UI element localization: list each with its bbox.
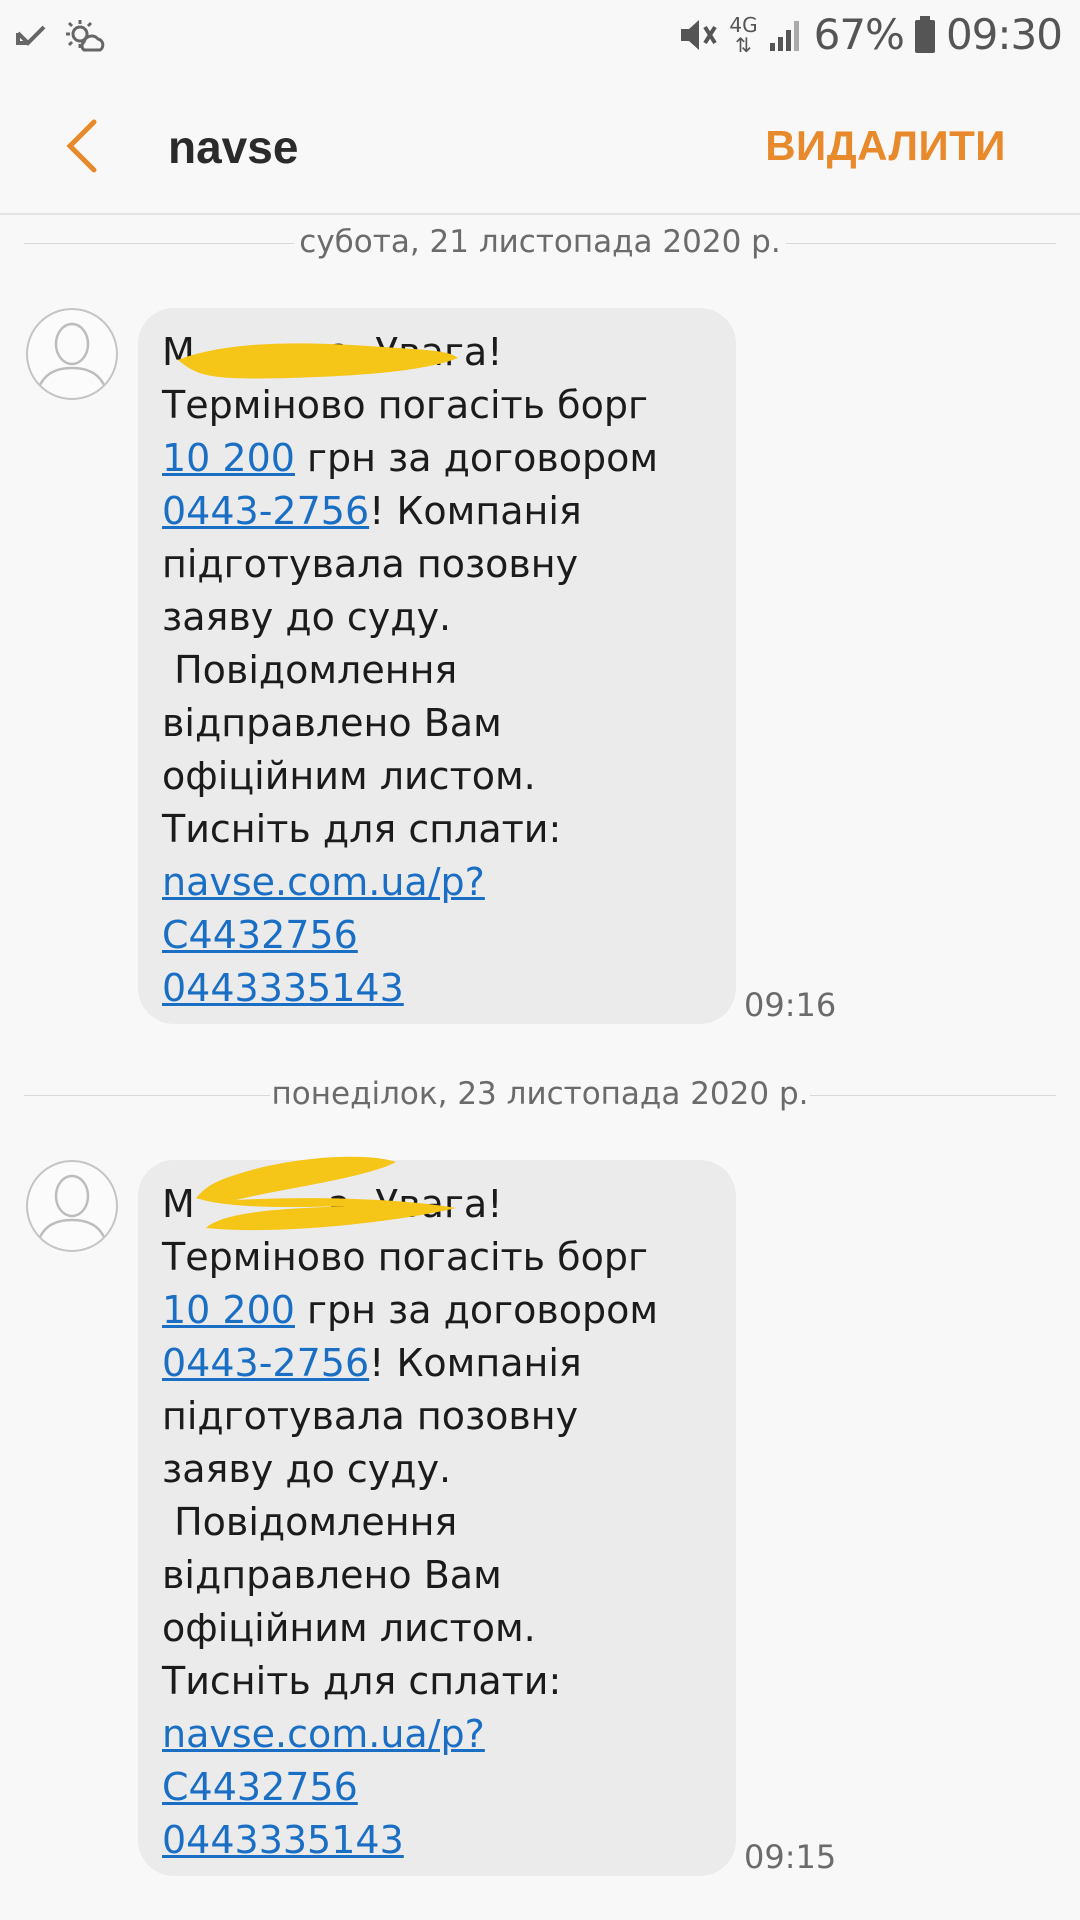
amount-link[interactable]: 10 200 [162, 436, 295, 480]
amount-link[interactable]: 10 200 [162, 1288, 295, 1332]
message-text: М а, Увага! Терміново погасіть борг 10 2… [162, 1182, 659, 1862]
url-link[interactable]: navse.com.ua/p? [162, 1712, 485, 1756]
message-time: 09:16 [744, 986, 837, 1024]
date-separator: субота, 21 листопада 2020 р. [24, 224, 1056, 264]
back-button[interactable] [58, 116, 108, 176]
date-separator: понеділок, 23 листопада 2020 р. [24, 1076, 1056, 1116]
person-icon [36, 322, 108, 391]
date-label: субота, 21 листопада 2020 р. [299, 224, 781, 260]
weather-icon [64, 18, 108, 63]
conversation-header: navse ВИДАЛИТИ [0, 76, 1080, 214]
status-bar: 4G ⇅ 67% 09:30 [0, 0, 1080, 76]
message-bubble[interactable]: М а, Увага! Терміново погасіть борг 10 2… [138, 308, 736, 1024]
url-link-continued[interactable]: C4432756 [162, 1765, 358, 1809]
message-time: 09:15 [744, 1838, 837, 1876]
phone-link[interactable]: 0443335143 [162, 1818, 404, 1862]
url-link-continued[interactable]: C4432756 [162, 913, 358, 957]
battery-icon [914, 15, 936, 54]
date-label: понеділок, 23 листопада 2020 р. [271, 1076, 809, 1112]
url-link[interactable]: navse.com.ua/p? [162, 860, 485, 904]
redaction-mark [178, 343, 458, 379]
message-text: М а, Увага! Терміново погасіть борг 10 2… [162, 330, 659, 1010]
contract-link[interactable]: 0443-2756 [162, 1341, 369, 1385]
message-bubble[interactable]: М а, Увага! Терміново погасіть борг 10 2… [138, 1156, 736, 1876]
contact-name: navse [168, 121, 299, 173]
redaction-mark [196, 1156, 456, 1231]
battery-percent: 67% [813, 10, 905, 59]
phone-link[interactable]: 0443335143 [162, 966, 404, 1010]
chevron-left-icon [66, 119, 97, 173]
header-divider [0, 213, 1080, 215]
signal-icon [768, 17, 804, 53]
network-type-icon: 4G ⇅ [729, 12, 758, 57]
mute-icon [677, 15, 719, 55]
delete-button[interactable]: ВИДАЛИТИ [765, 122, 1006, 170]
contract-link[interactable]: 0443-2756 [162, 489, 369, 533]
contact-avatar[interactable] [26, 308, 118, 400]
person-icon [36, 1174, 108, 1243]
status-clock: 09:30 [945, 10, 1063, 59]
contact-avatar[interactable] [26, 1160, 118, 1252]
missed-call-icon [14, 21, 48, 60]
